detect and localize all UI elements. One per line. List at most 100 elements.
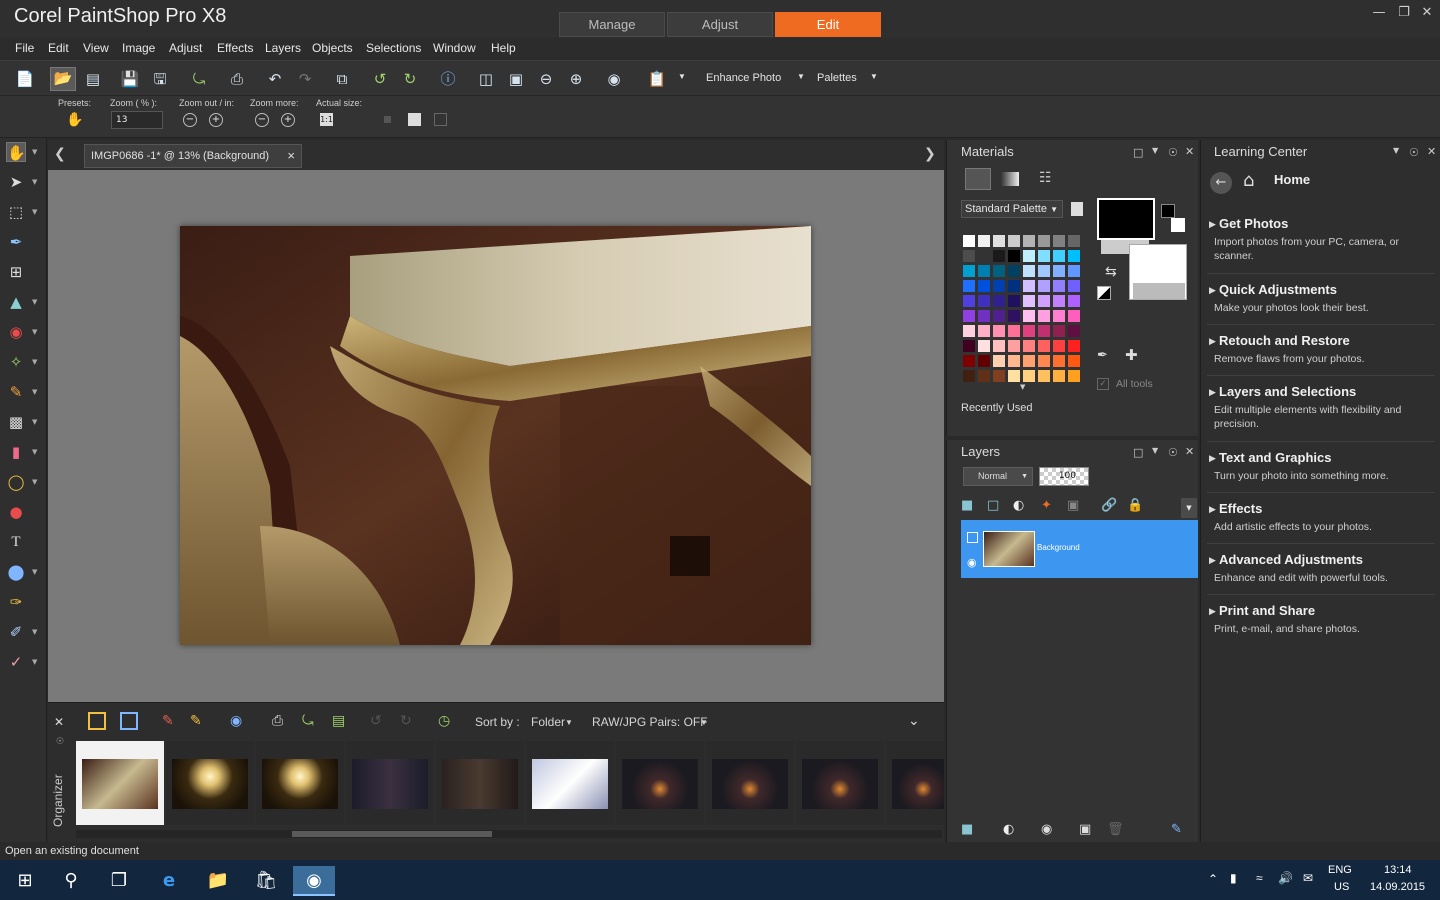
color-swatch[interactable] xyxy=(1008,370,1020,382)
resize-icon[interactable]: ⧉ xyxy=(332,69,352,89)
color-swatch[interactable] xyxy=(963,250,975,262)
learning-close-icon[interactable]: ✕ xyxy=(1427,145,1436,158)
color-swatch[interactable] xyxy=(1038,295,1050,307)
zoom-more-in-button[interactable]: + xyxy=(281,113,295,127)
small-background-icon[interactable] xyxy=(1171,218,1185,232)
chevron-down-icon[interactable]: ▼ xyxy=(32,478,37,486)
paste-icon[interactable]: 📋 xyxy=(647,69,667,89)
new-layer-bottom-icon[interactable]: ■ xyxy=(961,822,973,837)
warp-brush-tool-icon[interactable]: ✐ xyxy=(6,622,26,642)
reset-colors-icon[interactable] xyxy=(1097,286,1111,300)
lc-effects-heading[interactable]: Effects xyxy=(1219,501,1262,516)
thumbnail-item[interactable] xyxy=(616,741,704,825)
print-icon[interactable]: ⎙ xyxy=(227,69,247,89)
expand-arrow-icon[interactable]: ▶ xyxy=(1209,607,1216,617)
thumbnail-item[interactable] xyxy=(706,741,794,825)
organizer-rotate-right-icon[interactable]: ↻ xyxy=(400,713,412,729)
color-swatch[interactable] xyxy=(1053,265,1065,277)
expand-arrow-icon[interactable]: ▶ xyxy=(1209,505,1216,515)
color-swatch[interactable] xyxy=(1023,340,1035,352)
crop-tool-icon[interactable]: ⊞ xyxy=(6,262,26,282)
open-folder-icon[interactable]: 📂 xyxy=(50,67,76,91)
color-swatch[interactable] xyxy=(1023,355,1035,367)
color-swatch[interactable] xyxy=(993,250,1005,262)
close-app-button[interactable]: ✕ xyxy=(1416,4,1438,22)
color-swatch[interactable] xyxy=(963,325,975,337)
option-icon-b[interactable] xyxy=(408,113,421,126)
layer-edit-icon[interactable]: ✎ xyxy=(1171,822,1182,837)
color-swatch[interactable] xyxy=(1068,370,1080,382)
enhance-dropdown-icon[interactable]: ▼ xyxy=(797,72,805,81)
layers-toolbar-dropdown-icon[interactable]: ▼ xyxy=(1181,498,1197,518)
document-tab[interactable]: IMGP0686 -1* @ 13% (Background) × xyxy=(84,144,302,168)
organizer-collapse-icon[interactable]: ⌄ xyxy=(908,713,920,729)
materials-pin-icon[interactable]: ☉ xyxy=(1168,146,1178,159)
color-swatch[interactable] xyxy=(978,355,990,367)
tab-adjust[interactable]: Adjust xyxy=(667,12,773,37)
menu-layers[interactable]: Layers xyxy=(265,41,301,55)
flood-fill-tool-icon[interactable]: ◯ xyxy=(6,472,26,492)
language-bottom[interactable]: US xyxy=(1334,881,1349,893)
frame-tab-icon[interactable] xyxy=(965,168,991,190)
sort-by-dropdown-icon[interactable]: ▼ xyxy=(565,718,573,727)
document-image[interactable] xyxy=(180,226,811,645)
layers-close-icon[interactable]: ✕ xyxy=(1185,445,1194,458)
color-swatch[interactable] xyxy=(993,340,1005,352)
language-top[interactable]: ENG xyxy=(1328,864,1352,876)
color-swatch[interactable] xyxy=(978,325,990,337)
expand-arrow-icon[interactable]: ▶ xyxy=(1209,220,1216,230)
chevron-down-icon[interactable]: ▼ xyxy=(32,418,37,426)
link-layers-icon[interactable]: 🔗 xyxy=(1101,498,1117,513)
zoom-in-button[interactable]: + xyxy=(209,113,223,127)
color-swatch[interactable] xyxy=(1023,310,1035,322)
chevron-down-icon[interactable]: ▼ xyxy=(32,628,37,636)
color-swatch[interactable] xyxy=(993,280,1005,292)
thumbnail-item[interactable] xyxy=(796,741,884,825)
all-tools-checkbox[interactable]: ✓ xyxy=(1097,378,1109,390)
color-swatch-grid[interactable] xyxy=(963,235,1083,383)
gradient-tool-icon[interactable]: ▩ xyxy=(6,412,26,432)
organizer-tag-icon[interactable]: ✎ xyxy=(162,713,174,729)
mask-bottom-icon[interactable]: ◉ xyxy=(1041,822,1052,837)
color-swatch[interactable] xyxy=(963,355,975,367)
lock-layer-icon[interactable]: 🔒 xyxy=(1127,498,1143,513)
palettes-dropdown-icon[interactable]: ▼ xyxy=(870,72,878,81)
color-swatch[interactable] xyxy=(1053,250,1065,262)
color-swatch[interactable] xyxy=(1068,355,1080,367)
palette-options-icon[interactable] xyxy=(1071,202,1083,216)
chevron-down-icon[interactable]: ▼ xyxy=(32,448,37,456)
task-view-icon[interactable]: ❐ xyxy=(98,866,140,896)
zoom-more-out-button[interactable]: − xyxy=(255,113,269,127)
color-swatch[interactable] xyxy=(963,340,975,352)
learning-menu-icon[interactable]: ▼ xyxy=(1393,146,1399,155)
color-swatch[interactable] xyxy=(978,340,990,352)
edge-browser-icon[interactable]: e xyxy=(148,866,190,896)
color-swatch[interactable] xyxy=(1053,280,1065,292)
color-swatch[interactable] xyxy=(1008,310,1020,322)
pick-tool-icon[interactable]: ➤ xyxy=(6,172,26,192)
battery-icon[interactable]: ▮ xyxy=(1230,871,1237,885)
full-screen-icon[interactable]: ▣ xyxy=(506,69,526,89)
info-icon[interactable]: ⓘ xyxy=(438,69,458,89)
color-swatch[interactable] xyxy=(1038,340,1050,352)
new-adjustment-layer-icon[interactable]: ◐ xyxy=(1013,498,1024,513)
save-as-icon[interactable]: 🖫 xyxy=(150,69,170,89)
search-icon[interactable]: ⚲ xyxy=(50,866,92,896)
raw-jpg-dropdown-icon[interactable]: ▼ xyxy=(700,718,708,727)
thumbnail-item[interactable] xyxy=(436,741,524,825)
zoom-out-button[interactable]: − xyxy=(183,113,197,127)
color-swatch[interactable] xyxy=(1053,235,1065,247)
lc-quick-adjustments-heading[interactable]: Quick Adjustments xyxy=(1219,282,1337,297)
materials-close-icon[interactable]: ✕ xyxy=(1185,145,1194,158)
menu-adjust[interactable]: Adjust xyxy=(169,41,202,55)
color-swatch[interactable] xyxy=(1038,235,1050,247)
zoom-percent-input[interactable]: 13 xyxy=(111,111,163,129)
raw-jpg-pairs-toggle[interactable]: RAW/JPG Pairs: OFF xyxy=(592,715,708,729)
color-swatch[interactable] xyxy=(1038,265,1050,277)
color-swatch[interactable] xyxy=(1008,295,1020,307)
tray-chevron-icon[interactable]: ⌃ xyxy=(1208,872,1218,886)
color-swatch[interactable] xyxy=(1053,310,1065,322)
color-swatch[interactable] xyxy=(1008,250,1020,262)
back-arrow-icon[interactable]: ← xyxy=(1210,172,1232,194)
swap-colors-icon[interactable]: ⇆ xyxy=(1105,264,1117,280)
